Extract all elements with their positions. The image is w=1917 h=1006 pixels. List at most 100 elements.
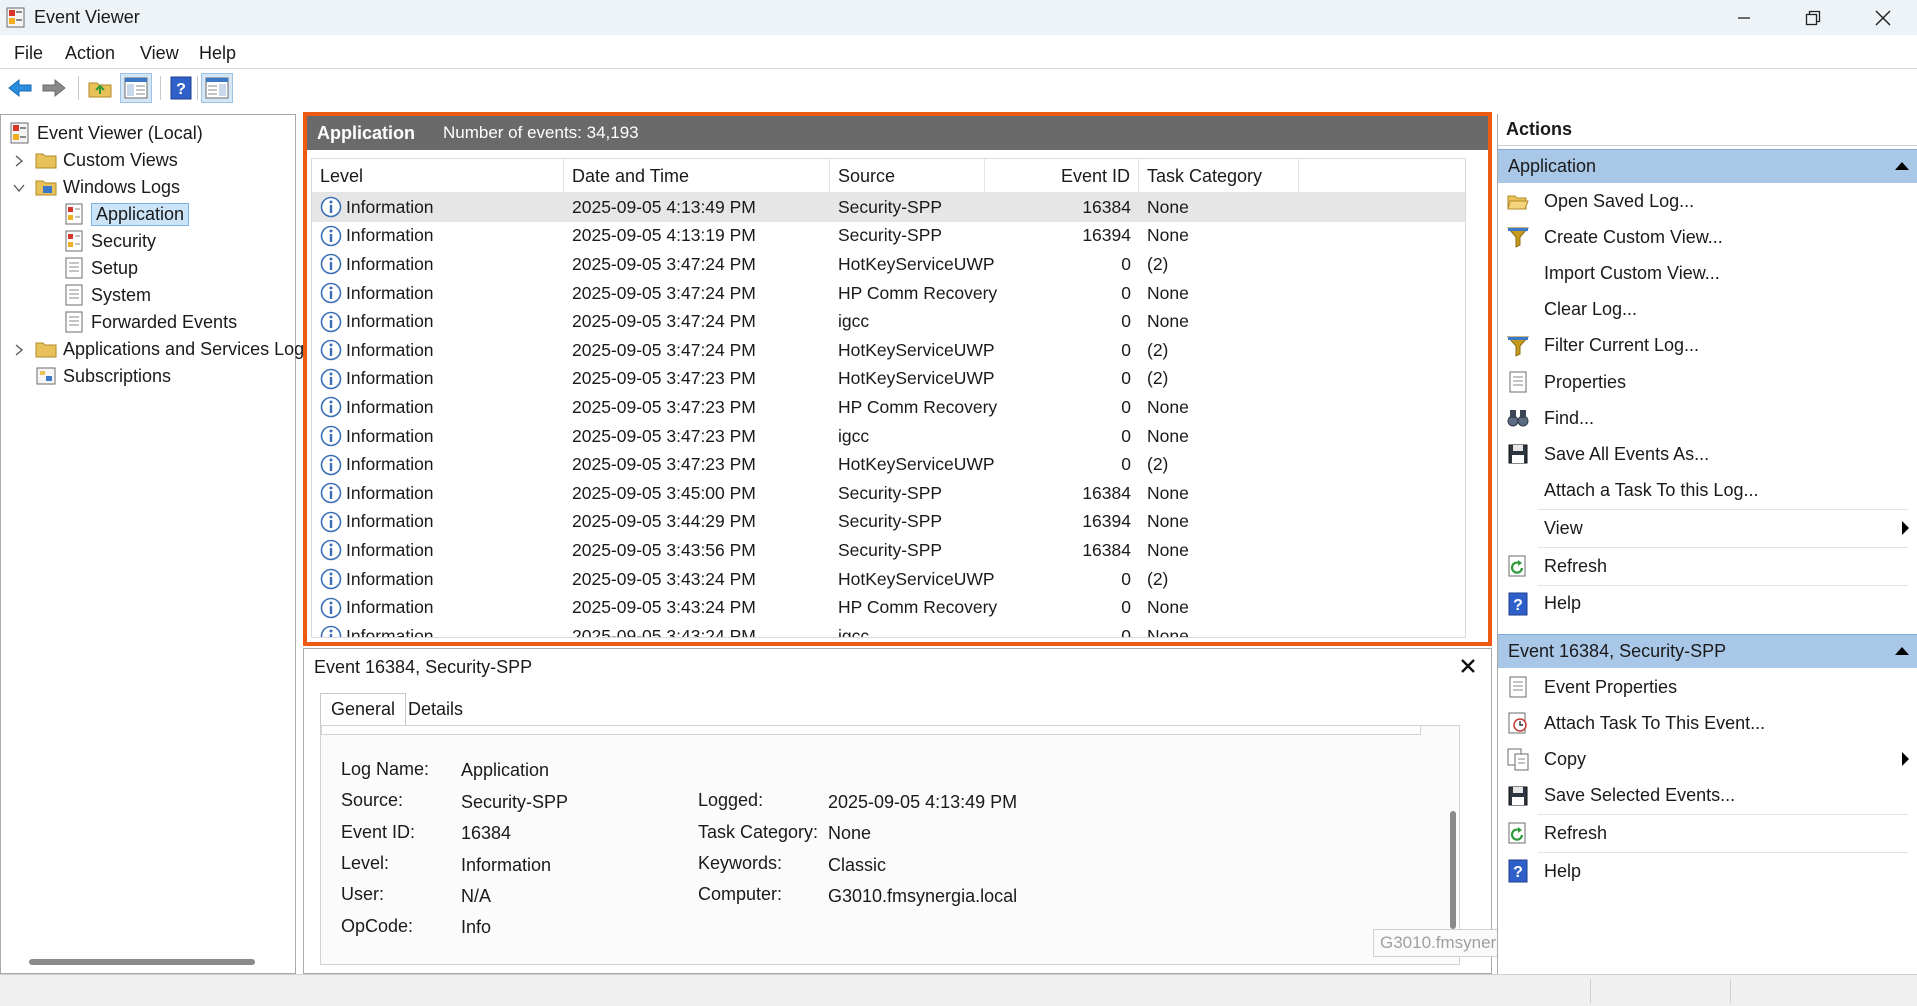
minimize-button[interactable] [1711,0,1777,35]
action-copy[interactable]: Copy [1498,741,1917,777]
detail-scrollbar[interactable] [1450,811,1456,929]
column-header-source[interactable]: Source [830,159,985,193]
event-id-cell-text: 16394 [1082,511,1131,532]
event-row[interactable]: Information 2025-09-05 4:13:19 PM Security… [312,222,1465,251]
event-id-cell-text: 0 [1121,311,1131,332]
event-row[interactable]: Information 2025-09-05 3:47:24 PM HotKeySe… [312,336,1465,365]
show-hide-action-pane-button[interactable] [201,73,233,103]
event-row[interactable]: Information 2025-09-05 4:13:49 PM Security… [312,193,1465,222]
event-row[interactable]: Information 2025-09-05 3:47:24 PM HotKeySe… [312,250,1465,279]
chevron-down-icon[interactable] [12,181,26,195]
date-time-cell: 2025-09-05 3:47:24 PM [572,336,822,365]
action-attach-task-to-this-event[interactable]: Attach Task To This Event... [1498,705,1917,741]
column-header-level[interactable]: Level [312,159,564,193]
action-label: Import Custom View... [1544,262,1720,283]
collapse-icon[interactable] [1895,162,1909,170]
event-row[interactable]: Information 2025-09-05 3:45:00 PM Security… [312,479,1465,508]
level-cell-text: Information [346,225,434,246]
show-hide-tree-button[interactable] [120,73,152,103]
task-category-cell: None [1147,622,1297,637]
event-detail-pane: Event 16384, Security-SPP General Detail… [303,648,1492,974]
event-row[interactable]: Information 2025-09-05 3:43:24 PM HotKeySe… [312,565,1465,594]
action-help[interactable]: ? Help [1498,586,1917,622]
tree-item-application[interactable]: Application [63,201,190,227]
source-cell: Security-SPP [838,222,988,251]
column-header-event-id[interactable]: Event ID [985,159,1139,193]
event-row[interactable]: Information 2025-09-05 3:47:23 PM igcc 0 Non… [312,422,1465,451]
actions-section-application[interactable]: Application [1498,149,1917,183]
restore-button[interactable] [1780,0,1846,35]
properties-icon [1509,371,1527,393]
tree-item-security[interactable]: Security [63,228,156,254]
column-header-date-time[interactable]: Date and Time [564,159,830,193]
action-clear-log[interactable]: Clear Log... [1498,292,1917,328]
section-title: Application [1508,156,1597,176]
action-pane-icon [205,77,229,99]
action-save-selected-events[interactable]: Save Selected Events... [1498,778,1917,814]
action-create-custom-view[interactable]: Create Custom View... [1498,219,1917,255]
chevron-right-icon[interactable] [12,343,26,357]
tree-horizontal-scrollbar[interactable] [29,959,255,965]
forward-button[interactable] [38,73,70,103]
event-row[interactable]: Information 2025-09-05 3:43:24 PM igcc 0 Non… [312,622,1465,637]
actions-section-event[interactable]: Event 16384, Security-SPP [1498,634,1917,668]
tree-item-windows-logs[interactable]: Windows Logs [35,174,180,200]
event-id-cell: 0 [993,336,1131,365]
event-row[interactable]: Information 2025-09-05 3:47:23 PM HotKeySe… [312,365,1465,394]
tree-item-subscriptions[interactable]: Subscriptions [35,363,171,389]
action-open-saved-log[interactable]: Open Saved Log... [1498,183,1917,219]
event-row[interactable]: Information 2025-09-05 3:43:24 PM HP Comm … [312,593,1465,622]
menu-action[interactable]: Action [65,43,115,64]
folder-icon [35,153,57,169]
task-category-cell-text: None [1147,539,1189,560]
svg-text:?: ? [1513,864,1523,881]
close-icon[interactable] [1459,657,1477,675]
event-id-cell-text: 16384 [1082,482,1131,503]
action-properties[interactable]: Properties [1498,364,1917,400]
event-row[interactable]: Information 2025-09-05 3:43:56 PM Security… [312,536,1465,565]
menu-file[interactable]: File [14,43,43,64]
action-refresh[interactable]: Refresh [1498,815,1917,851]
toolbar-separator [78,76,79,100]
date-time-cell: 2025-09-05 3:47:24 PM [572,279,822,308]
action-help[interactable]: ? Help [1498,853,1917,889]
action-find[interactable]: Find... [1498,400,1917,436]
action-import-custom-view[interactable]: Import Custom View... [1498,255,1917,291]
back-button[interactable] [4,73,36,103]
action-label: Clear Log... [1544,299,1638,320]
level-label: Level: [341,853,390,873]
chevron-right-icon[interactable] [12,154,26,168]
event-row[interactable]: Information 2025-09-05 3:47:23 PM HotKeySe… [312,450,1465,479]
menu-help[interactable]: Help [199,43,236,64]
event-row[interactable]: Information 2025-09-05 3:47:24 PM HP Comm … [312,279,1465,308]
action-view[interactable]: View [1498,510,1917,546]
logged-label: Logged: [698,790,764,810]
event-id-cell: 0 [993,393,1131,422]
tree-item-event-viewer-local[interactable]: Event Viewer (Local) [9,120,203,146]
tab-details[interactable]: Details [398,693,473,725]
event-row[interactable]: Information 2025-09-05 3:47:24 PM igcc 0 Non… [312,307,1465,336]
collapse-icon[interactable] [1895,647,1909,655]
event-row[interactable]: Information 2025-09-05 3:44:29 PM Security… [312,508,1465,537]
action-filter-current-log[interactable]: Filter Current Log... [1498,328,1917,364]
up-folder-button[interactable] [84,73,116,103]
menu-view[interactable]: View [140,43,179,64]
column-header-task-category[interactable]: Task Category [1139,159,1299,193]
tree-item-system[interactable]: System [63,282,151,308]
tree-item-applications-and-services-logs[interactable]: Applications and Services Logs [35,336,313,362]
source-cell: HP Comm Recovery [838,279,997,308]
action-refresh[interactable]: Refresh [1498,548,1917,584]
event-id-cell-text: 0 [1121,339,1131,360]
action-save-all-events-as[interactable]: Save All Events As... [1498,436,1917,472]
close-window-button[interactable] [1850,0,1916,35]
tree-item-forwarded-events[interactable]: Forwarded Events [63,309,237,335]
tab-general[interactable]: General [320,693,407,725]
level-cell: Information [320,307,560,336]
help-toolbar-button[interactable]: ? [165,73,197,103]
tree-item-custom-views[interactable]: Custom Views [35,147,178,173]
event-row[interactable]: Information 2025-09-05 3:47:23 PM HP Comm … [312,393,1465,422]
action-attach-a-task-to-this-log[interactable]: Attach a Task To this Log... [1498,473,1917,509]
source-cell: igcc [838,422,988,451]
action-event-properties[interactable]: Event Properties [1498,669,1917,705]
tree-item-setup[interactable]: Setup [63,255,138,281]
